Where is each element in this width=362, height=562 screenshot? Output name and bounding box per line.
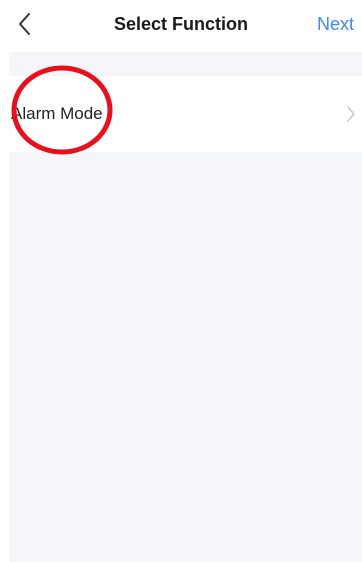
content-area: Alarm Mode	[9, 52, 362, 562]
chevron-right-icon	[347, 106, 355, 122]
next-button[interactable]: Next	[317, 0, 354, 48]
chevron-left-icon	[19, 13, 30, 35]
list-item-label: Alarm Mode	[11, 104, 103, 123]
list-item-alarm-mode[interactable]: Alarm Mode	[9, 76, 362, 152]
back-button[interactable]	[14, 8, 38, 40]
select-function-screen: Select Function Next Alarm Mode	[0, 0, 362, 562]
navigation-bar: Select Function Next	[0, 0, 362, 50]
page-title: Select Function	[113, 14, 248, 34]
